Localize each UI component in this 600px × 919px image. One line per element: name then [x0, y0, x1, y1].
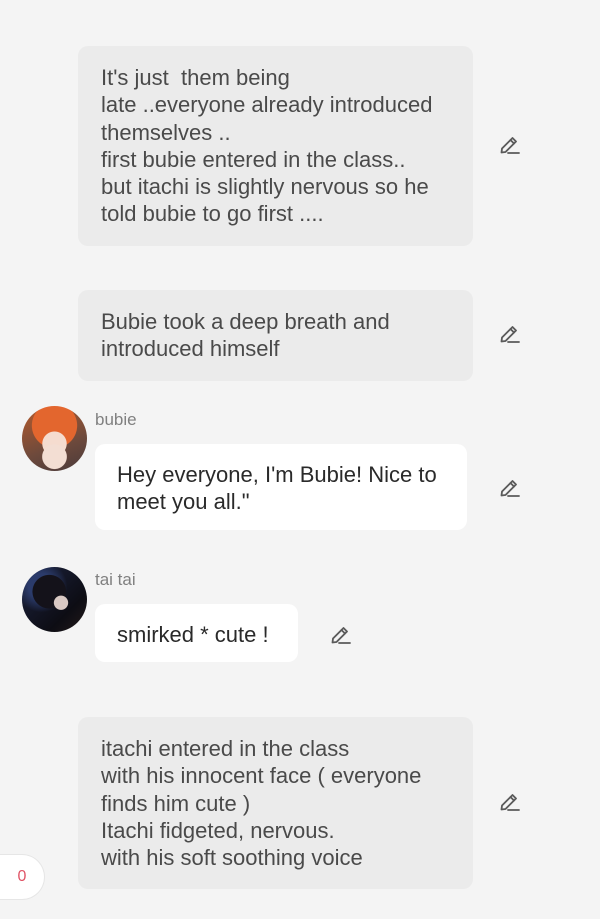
speech-bubble: Hey everyone, I'm Bubie! Nice to meet yo…: [95, 444, 467, 530]
edit-icon[interactable]: [499, 133, 521, 155]
message-line: themselves ..: [101, 119, 231, 145]
message-line: but itachi is slightly nervous so he: [101, 174, 429, 200]
avatar[interactable]: [22, 567, 87, 632]
message-line: Itachi fidgeted, nervous.: [101, 817, 335, 843]
speech-bubble: smirked * cute !: [95, 604, 298, 663]
narration-bubble: Bubie took a deep breath and introduced …: [78, 290, 473, 381]
edit-icon[interactable]: [499, 790, 521, 812]
message-line: finds him cute ): [101, 790, 251, 816]
message-line: with his innocent face ( everyone: [101, 763, 422, 789]
avatar[interactable]: [22, 406, 87, 471]
message-line: itachi entered in the class: [101, 736, 350, 761]
message-line: Bubie took a deep breath and: [101, 309, 390, 334]
edit-icon[interactable]: [499, 322, 521, 344]
edit-icon[interactable]: [330, 623, 352, 645]
message-line: smirked * cute !: [117, 622, 269, 647]
message-line: introduced himself: [101, 336, 280, 362]
message-line: first bubie entered in the class..: [101, 146, 406, 172]
message-line: Hey everyone, I'm Bubie! Nice to: [117, 462, 437, 487]
counter-badge[interactable]: 0: [0, 854, 45, 900]
narration-bubble: It's just them being late ..everyone alr…: [78, 46, 473, 246]
character-name: bubie: [95, 410, 137, 429]
message-line: with his soft soothing voice: [101, 845, 363, 871]
message-line: told bubie to go first ....: [101, 201, 324, 227]
message-line: meet you all.": [117, 489, 250, 515]
counter-value: 0: [17, 868, 27, 885]
message-line: It's just them being: [101, 65, 290, 90]
narration-bubble: itachi entered in the class with his inn…: [78, 717, 473, 890]
character-name: tai tai: [95, 570, 136, 589]
edit-icon[interactable]: [499, 476, 521, 498]
message-line: late ..everyone already introduced: [101, 92, 433, 118]
